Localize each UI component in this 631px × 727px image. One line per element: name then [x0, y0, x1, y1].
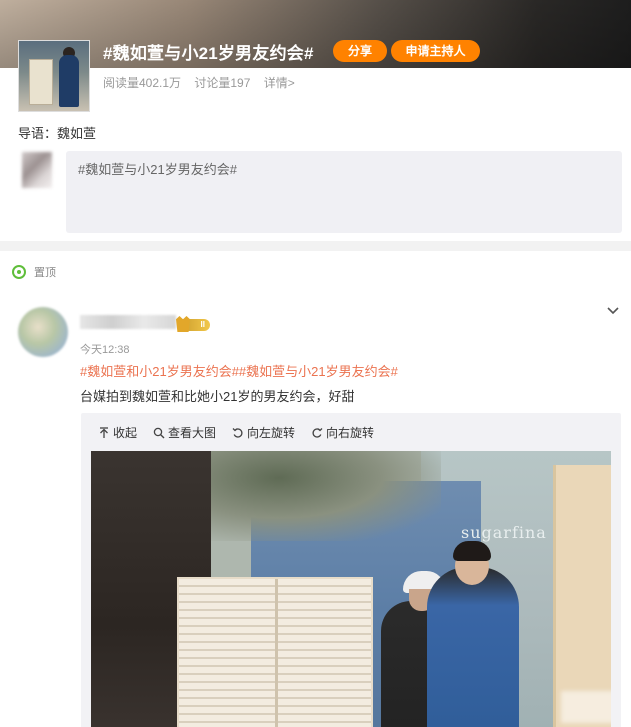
photo-shop-sign: sugarfina — [461, 523, 547, 542]
current-user-avatar — [22, 152, 52, 188]
topic-header-background — [0, 0, 631, 68]
collapse-button[interactable]: 收起 — [98, 424, 137, 441]
post-author-name[interactable] — [80, 315, 176, 329]
rotate-right-icon — [312, 427, 323, 438]
pinned-indicator: 置顶 — [12, 264, 56, 280]
topic-title: #魏如萱与小21岁男友约会# — [103, 44, 314, 63]
pinned-label: 置顶 — [34, 267, 56, 279]
cover-door-shape — [29, 59, 53, 105]
photo-cabinet — [177, 577, 373, 727]
post-text: 台媒拍到魏如萱和比她小21岁的男友约会，好甜 — [80, 389, 355, 404]
collapse-label: 收起 — [113, 426, 138, 440]
arrow-up-icon — [100, 426, 108, 438]
read-count: 阅读量402.1万 — [103, 76, 182, 90]
post-photo[interactable]: sugarfina — [91, 451, 611, 727]
discussion-count: 讨论量197 — [194, 76, 251, 90]
photo-person-right — [427, 567, 519, 727]
topic-stats: 阅读量402.1万 讨论量197 详情> — [103, 74, 305, 91]
compose-text: #魏如萱与小21岁男友约会# — [78, 162, 237, 177]
chevron-down-icon[interactable] — [607, 305, 619, 317]
rotate-left-icon — [232, 427, 243, 438]
pin-icon — [12, 265, 26, 279]
apply-host-button[interactable]: 申请主持人 — [391, 40, 480, 62]
photo-shop-front — [553, 465, 611, 727]
topic-cover-image[interactable] — [18, 40, 90, 112]
vip-badge[interactable]: II — [178, 319, 210, 331]
details-link[interactable]: 详情> — [264, 76, 295, 90]
topic-intro: 导语：魏如萱 — [18, 126, 97, 141]
rotate-right-label: 向右旋转 — [326, 426, 375, 440]
post-author-avatar[interactable] — [18, 307, 68, 357]
rotate-right-button[interactable]: 向右旋转 — [311, 424, 374, 441]
post-time[interactable]: 今天12:38 — [80, 341, 130, 357]
photo-watermark-blur — [561, 691, 611, 723]
media-toolbar: 收起 查看大图 向左旋转 向右旋转 — [98, 424, 390, 441]
section-divider — [0, 241, 631, 251]
rotate-left-button[interactable]: 向左旋转 — [232, 424, 295, 441]
cover-person-body — [59, 55, 79, 107]
view-large-label: 查看大图 — [168, 426, 217, 440]
view-large-button[interactable]: 查看大图 — [153, 424, 216, 441]
share-button[interactable]: 分享 — [333, 40, 387, 62]
compose-textarea[interactable]: #魏如萱与小21岁男友约会# — [66, 151, 622, 233]
photo-tree — [171, 451, 441, 541]
photo-hair-right — [453, 541, 491, 561]
post-hashtags[interactable]: #魏如萱和小21岁男友约会##魏如萱与小21岁男友约会# — [80, 361, 398, 380]
rotate-left-label: 向左旋转 — [247, 426, 296, 440]
search-icon — [153, 427, 165, 438]
